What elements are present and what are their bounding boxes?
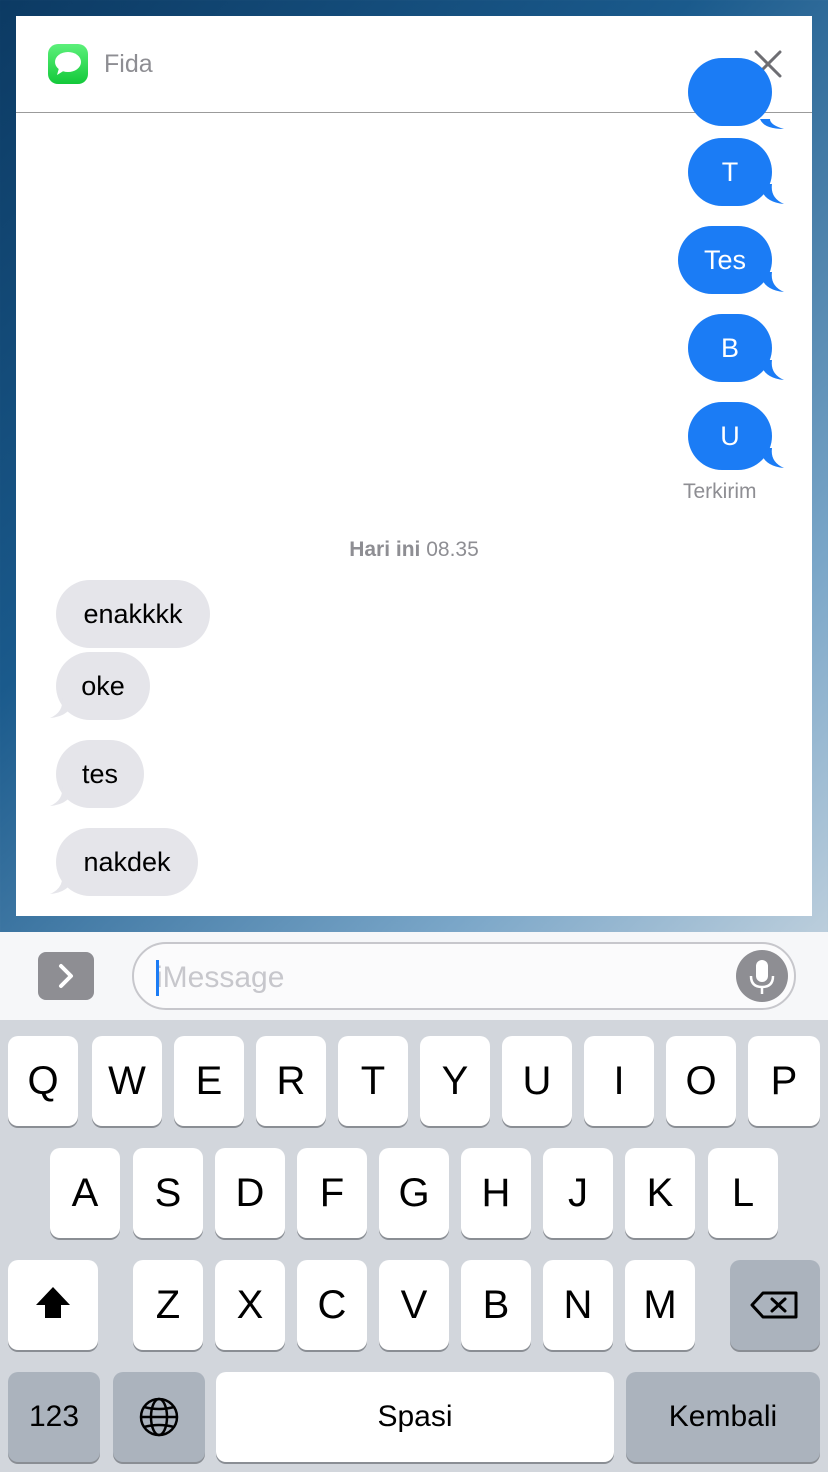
backspace-icon: [750, 1291, 798, 1319]
globe-icon: [139, 1397, 179, 1437]
key-m[interactable]: M: [625, 1260, 695, 1350]
key-h[interactable]: H: [461, 1148, 531, 1238]
key-k[interactable]: K: [625, 1148, 695, 1238]
delivery-status: Terkirim: [683, 480, 757, 503]
dictation-button[interactable]: [736, 950, 788, 1002]
key-e[interactable]: E: [174, 1036, 244, 1126]
key-t[interactable]: T: [338, 1036, 408, 1126]
message-input[interactable]: [156, 956, 716, 1000]
key-z[interactable]: Z: [133, 1260, 203, 1350]
microphone-icon: [749, 960, 775, 994]
contact-name: Fida: [104, 50, 153, 78]
message-field[interactable]: [132, 942, 796, 1010]
shift-key[interactable]: [8, 1260, 98, 1350]
text-cursor: [156, 960, 159, 996]
message-bubble-incoming[interactable]: enakkkk: [56, 580, 210, 648]
key-l[interactable]: L: [708, 1148, 778, 1238]
keyboard: Q W E R T Y U I O P A S D F G H J K L Z …: [0, 1020, 828, 1472]
key-i[interactable]: I: [584, 1036, 654, 1126]
message-bubble-outgoing[interactable]: Tes: [678, 226, 772, 294]
key-s[interactable]: S: [133, 1148, 203, 1238]
key-n[interactable]: N: [543, 1260, 613, 1350]
key-x[interactable]: X: [215, 1260, 285, 1350]
message-input-bar: [0, 932, 828, 1020]
expand-apps-button[interactable]: [38, 952, 94, 1000]
key-a[interactable]: A: [50, 1148, 120, 1238]
messages-icon: [48, 44, 88, 84]
key-g[interactable]: G: [379, 1148, 449, 1238]
key-j[interactable]: J: [543, 1148, 613, 1238]
shift-icon: [36, 1287, 70, 1318]
timestamp: Hari ini 08.35: [16, 538, 812, 562]
timestamp-day: Hari ini: [349, 538, 421, 561]
key-b[interactable]: B: [461, 1260, 531, 1350]
notification-card: Fida T Tes B U Terkirim Hari ini 08.35 e…: [16, 16, 812, 916]
key-v[interactable]: V: [379, 1260, 449, 1350]
timestamp-time: 08.35: [426, 538, 479, 561]
chevron-right-icon: [59, 964, 73, 988]
message-list: T Tes B U Terkirim Hari ini 08.35 enakkk…: [16, 58, 812, 916]
numbers-key[interactable]: 123: [8, 1372, 100, 1462]
key-o[interactable]: O: [666, 1036, 736, 1126]
delete-key[interactable]: [730, 1260, 820, 1350]
key-w[interactable]: W: [92, 1036, 162, 1126]
key-d[interactable]: D: [215, 1148, 285, 1238]
space-key[interactable]: Spasi: [216, 1372, 614, 1462]
key-r[interactable]: R: [256, 1036, 326, 1126]
key-p[interactable]: P: [748, 1036, 820, 1126]
key-u[interactable]: U: [502, 1036, 572, 1126]
key-c[interactable]: C: [297, 1260, 367, 1350]
key-y[interactable]: Y: [420, 1036, 490, 1126]
globe-key[interactable]: [113, 1372, 205, 1462]
key-q[interactable]: Q: [8, 1036, 78, 1126]
return-key[interactable]: Kembali: [626, 1372, 820, 1462]
message-bubble-incoming[interactable]: nakdek: [56, 828, 198, 896]
key-f[interactable]: F: [297, 1148, 367, 1238]
